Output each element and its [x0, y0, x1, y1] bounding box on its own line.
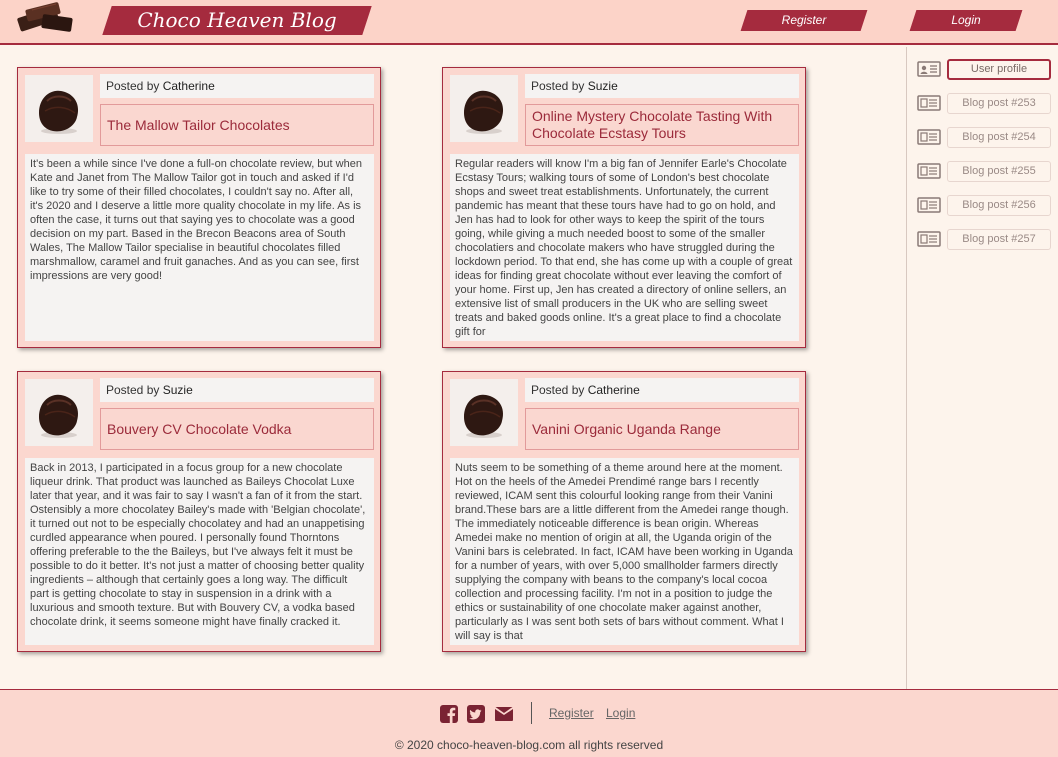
author-name[interactable]: Suzie	[588, 79, 618, 93]
post-title-text: Bouvery CV Chocolate Vodka	[107, 420, 292, 437]
blog-post-card[interactable]: Posted by Suzie Online Mystery Chocolate…	[442, 67, 806, 348]
facebook-icon[interactable]	[440, 705, 458, 723]
posted-by-prefix: Posted by	[106, 79, 160, 93]
newspaper-icon	[917, 129, 941, 145]
blog-post-link[interactable]: Blog post #257	[947, 229, 1051, 250]
chocolate-logo-icon[interactable]	[12, 2, 76, 36]
author-name[interactable]: Catherine	[163, 79, 215, 93]
site-footer: Register Login © 2020 choco-heaven-blog.…	[0, 689, 1058, 757]
blog-post-grid: Posted by Catherine The Mallow Tailor Ch…	[0, 47, 906, 689]
chocolate-truffle-icon	[464, 394, 504, 438]
newspaper-icon	[917, 197, 941, 213]
copyright-text: © 2020 choco-heaven-blog.com all rights …	[394, 738, 664, 752]
brand-title[interactable]: Choco Heaven Blog	[102, 6, 372, 35]
login-button-label: Login	[951, 13, 981, 27]
post-title[interactable]: Vanini Organic Uganda Range	[525, 408, 799, 450]
footer-register-link[interactable]: Register	[549, 706, 594, 720]
chocolate-truffle-icon	[464, 90, 504, 134]
register-button-label: Register	[781, 13, 827, 27]
sidebar-item-blog-post[interactable]: Blog post #255	[917, 161, 1052, 182]
posted-by-prefix: Posted by	[531, 79, 585, 93]
author-name[interactable]: Suzie	[163, 383, 193, 397]
sidebar-item-user-profile[interactable]: User profile	[917, 59, 1052, 80]
footer-login-link[interactable]: Login	[606, 706, 635, 720]
post-title[interactable]: Bouvery CV Chocolate Vodka	[100, 408, 374, 450]
sidebar-item-blog-post[interactable]: Blog post #253	[917, 93, 1052, 114]
site-header: Choco Heaven Blog Register Login	[0, 0, 1058, 45]
brand-title-text: Choco Heaven Blog	[137, 8, 337, 32]
chocolate-thumbnail	[450, 379, 518, 446]
chocolate-truffle-icon	[39, 394, 79, 438]
author-name[interactable]: Catherine	[588, 383, 640, 397]
post-author: Posted by Catherine	[100, 74, 374, 98]
sidebar-item-blog-post[interactable]: Blog post #254	[917, 127, 1052, 148]
post-author: Posted by Catherine	[525, 378, 799, 402]
post-title[interactable]: Online Mystery Chocolate Tasting With Ch…	[525, 104, 799, 146]
mail-icon[interactable]	[494, 705, 514, 723]
twitter-icon[interactable]	[467, 705, 485, 723]
newspaper-icon	[917, 95, 941, 111]
blog-post-link[interactable]: Blog post #253	[947, 93, 1051, 114]
post-author: Posted by Suzie	[100, 378, 374, 402]
blog-post-card[interactable]: Posted by Catherine Vanini Organic Ugand…	[442, 371, 806, 652]
footer-divider	[531, 702, 532, 724]
blog-post-link[interactable]: Blog post #255	[947, 161, 1051, 182]
post-title[interactable]: The Mallow Tailor Chocolates	[100, 104, 374, 146]
chocolate-truffle-icon	[39, 90, 79, 134]
sidebar: User profile Blog post #253 Blog post #2…	[906, 47, 1058, 689]
login-button[interactable]: Login	[909, 10, 1023, 31]
post-title-text: Online Mystery Chocolate Tasting With Ch…	[532, 108, 773, 141]
sidebar-item-blog-post[interactable]: Blog post #256	[917, 195, 1052, 216]
post-excerpt: Back in 2013, I participated in a focus …	[25, 458, 374, 645]
newspaper-icon	[917, 231, 941, 247]
id-card-icon	[917, 61, 941, 77]
post-author: Posted by Suzie	[525, 74, 799, 98]
chocolate-thumbnail	[450, 75, 518, 142]
blog-post-link[interactable]: Blog post #256	[947, 195, 1051, 216]
posted-by-prefix: Posted by	[106, 383, 160, 397]
register-button[interactable]: Register	[740, 10, 868, 31]
blog-post-card[interactable]: Posted by Catherine The Mallow Tailor Ch…	[17, 67, 381, 348]
chocolate-thumbnail	[25, 379, 93, 446]
post-excerpt: Regular readers will know I'm a big fan …	[450, 154, 799, 341]
post-excerpt: It's been a while since I've done a full…	[25, 154, 374, 341]
chocolate-thumbnail	[25, 75, 93, 142]
post-title-text: Vanini Organic Uganda Range	[532, 420, 721, 437]
posted-by-prefix: Posted by	[531, 383, 585, 397]
blog-post-card[interactable]: Posted by Suzie Bouvery CV Chocolate Vod…	[17, 371, 381, 652]
newspaper-icon	[917, 163, 941, 179]
user-profile-button[interactable]: User profile	[947, 59, 1051, 80]
blog-post-link[interactable]: Blog post #254	[947, 127, 1051, 148]
post-excerpt: Nuts seem to be something of a theme aro…	[450, 458, 799, 645]
sidebar-item-blog-post[interactable]: Blog post #257	[917, 229, 1052, 250]
post-title-text: The Mallow Tailor Chocolates	[107, 116, 290, 133]
